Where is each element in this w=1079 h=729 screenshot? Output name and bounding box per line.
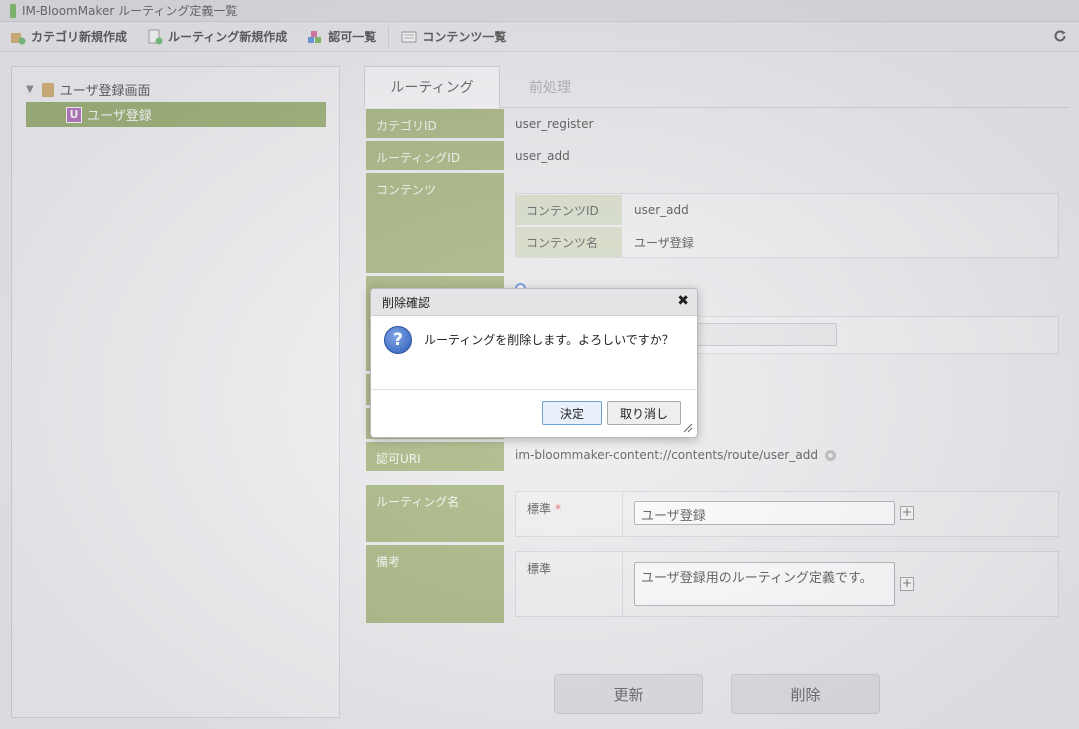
version-select[interactable] bbox=[696, 323, 837, 346]
auth-uri-label: 認可URI bbox=[366, 442, 504, 471]
remarks-label: 備考 bbox=[366, 545, 504, 623]
category-id-value: user_register bbox=[515, 117, 594, 131]
contents-list-button[interactable]: コンテンツ一覧 bbox=[401, 28, 506, 45]
routing-name-divider bbox=[622, 492, 623, 536]
remarks-locale-label: 標準 bbox=[527, 562, 552, 576]
category-add-icon bbox=[10, 29, 26, 45]
auth-uri-row: im-bloommaker-content://contents/route/u… bbox=[515, 448, 837, 462]
contents-list-label: コンテンツ一覧 bbox=[422, 30, 507, 44]
routing-add-button[interactable]: ルーティング新規作成 bbox=[147, 28, 287, 45]
routing-add-icon bbox=[147, 29, 163, 45]
authorization-list-label: 認可一覧 bbox=[328, 30, 377, 44]
tree-root-label: ユーザ登録画面 bbox=[59, 84, 151, 99]
category-id-label: カテゴリID bbox=[366, 109, 504, 138]
routing-id-value: user_add bbox=[515, 149, 570, 163]
dialog-message: ルーティングを削除します。よろしいですか？ bbox=[424, 333, 674, 347]
contents-id-label: コンテンツID bbox=[516, 195, 622, 225]
remarks-add-locale-button[interactable]: + bbox=[900, 577, 914, 591]
contents-name-value: ユーザ登録 bbox=[634, 235, 694, 250]
authorization-icon bbox=[307, 29, 323, 45]
dialog-separator bbox=[371, 389, 697, 390]
tree-node-root[interactable]: ▼ ユーザ登録画面 bbox=[26, 80, 150, 99]
remarks-textarea[interactable]: ユーザ登録用のルーティング定義です。 bbox=[634, 562, 895, 606]
delete-confirm-dialog: 削除確認 ✖ ? ルーティングを削除します。よろしいですか？ 決定 取り消し bbox=[370, 288, 698, 438]
contents-label: コンテンツ bbox=[366, 173, 504, 273]
dialog-title: 削除確認 bbox=[382, 295, 431, 310]
routing-name-label: ルーティング名 bbox=[366, 485, 504, 542]
category-folder-icon bbox=[41, 82, 54, 97]
routing-name-input[interactable]: ユーザ登録 bbox=[634, 501, 895, 525]
window-title: IM-BloomMaker ルーティング定義一覧 bbox=[22, 4, 238, 18]
auth-uri-value: im-bloommaker-content://contents/route/u… bbox=[515, 448, 818, 462]
toolbar-separator bbox=[388, 25, 390, 48]
toolbar: カテゴリ新規作成 ルーティング新規作成 認可一覧 コンテンツ一覧 bbox=[0, 22, 1079, 52]
question-icon: ? bbox=[384, 326, 412, 354]
tree-selected-label: ユーザ登録 bbox=[87, 109, 152, 124]
confirm-button[interactable]: 決定 bbox=[542, 401, 602, 425]
authorization-list-button[interactable]: 認可一覧 bbox=[307, 28, 376, 45]
cancel-button[interactable]: 取り消し bbox=[607, 401, 681, 425]
expand-triangle-icon[interactable]: ▼ bbox=[26, 84, 34, 95]
routing-name-locale-label: 標準 bbox=[527, 502, 552, 516]
detail-tabs: ルーティング 前処理 bbox=[364, 66, 1070, 108]
delete-button[interactable]: 削除 bbox=[731, 674, 880, 714]
routing-name-locale: 標準 * bbox=[527, 500, 561, 517]
dialog-header: 削除確認 ✖ bbox=[371, 289, 697, 316]
refresh-icon[interactable] bbox=[1053, 28, 1067, 47]
routing-id-label: ルーティングID bbox=[366, 141, 504, 170]
routing-add-label: ルーティング新規作成 bbox=[168, 30, 288, 44]
tab-routing[interactable]: ルーティング bbox=[364, 66, 500, 108]
resize-grip-icon[interactable] bbox=[683, 423, 693, 433]
required-mark: * bbox=[555, 501, 562, 516]
remarks-divider bbox=[622, 552, 623, 616]
close-icon[interactable]: ✖ bbox=[677, 293, 689, 309]
tab-preprocess[interactable]: 前処理 bbox=[500, 66, 600, 108]
category-tree-panel: ▼ ユーザ登録画面 U ユーザ登録 bbox=[11, 66, 340, 718]
tree-node-selected[interactable]: U ユーザ登録 bbox=[26, 102, 326, 127]
routing-name-add-locale-button[interactable]: + bbox=[900, 506, 914, 520]
routing-badge-icon: U bbox=[66, 106, 82, 123]
category-add-button[interactable]: カテゴリ新規作成 bbox=[10, 28, 127, 45]
settings-gear-icon[interactable] bbox=[824, 449, 837, 462]
update-button[interactable]: 更新 bbox=[554, 674, 703, 714]
title-bar: IM-BloomMaker ルーティング定義一覧 bbox=[0, 0, 1079, 22]
contents-list-icon bbox=[401, 29, 417, 45]
contents-name-label: コンテンツ名 bbox=[516, 227, 622, 257]
category-add-label: カテゴリ新規作成 bbox=[31, 30, 128, 44]
contents-id-value: user_add bbox=[634, 203, 689, 217]
app-marker-icon bbox=[10, 3, 16, 18]
